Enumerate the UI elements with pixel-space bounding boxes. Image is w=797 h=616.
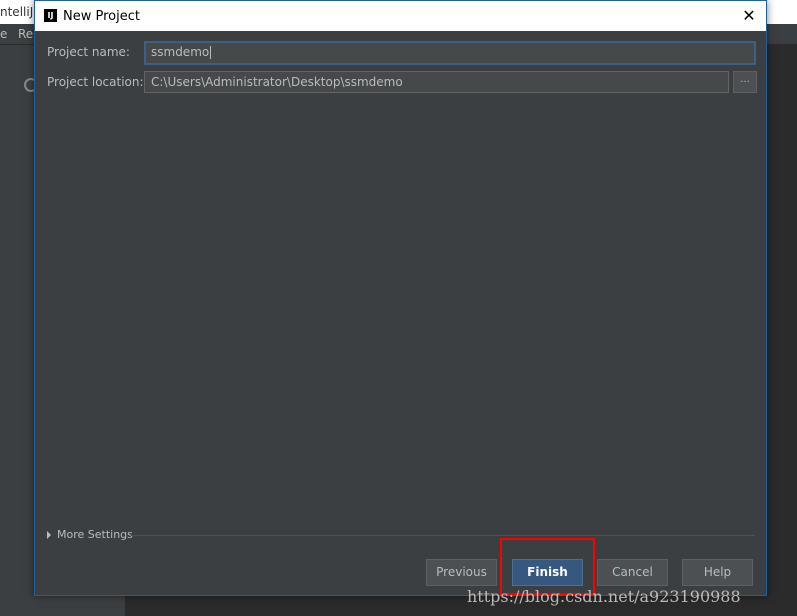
previous-button[interactable]: Previous [426, 559, 497, 586]
watermark: https://blog.csdn.net/a923190988 [467, 587, 741, 606]
cancel-button[interactable]: Cancel [597, 559, 668, 586]
project-location-value: C:\Users\Administrator\Desktop\ssmdemo [151, 75, 403, 89]
project-location-label: Project location: [47, 75, 144, 89]
project-location-input[interactable]: C:\Users\Administrator\Desktop\ssmdemo [144, 71, 729, 93]
project-name-value: ssmdemo [151, 45, 210, 59]
menu-item-refactor[interactable]: Re [18, 27, 33, 41]
more-settings-divider [131, 535, 755, 536]
dialog-titlebar[interactable]: IJ New Project ✕ [35, 1, 766, 31]
menu-item-view[interactable]: e [0, 27, 7, 41]
project-name-input[interactable]: ssmdemo [144, 41, 756, 65]
help-button[interactable]: Help [682, 559, 753, 586]
new-project-dialog: IJ New Project ✕ Project name: ssmdemo P… [34, 0, 767, 596]
close-icon[interactable]: ✕ [736, 4, 762, 28]
text-caret [210, 46, 212, 59]
intellij-icon: IJ [44, 9, 57, 22]
dialog-title: New Project [63, 9, 140, 24]
more-settings-toggle[interactable]: More Settings [47, 528, 133, 541]
ide-title: ntelliJ [0, 5, 34, 19]
project-name-label: Project name: [47, 45, 130, 59]
browse-button[interactable]: ... [733, 71, 757, 93]
more-settings-label: More Settings [57, 528, 133, 541]
expand-triangle-icon [47, 531, 51, 539]
